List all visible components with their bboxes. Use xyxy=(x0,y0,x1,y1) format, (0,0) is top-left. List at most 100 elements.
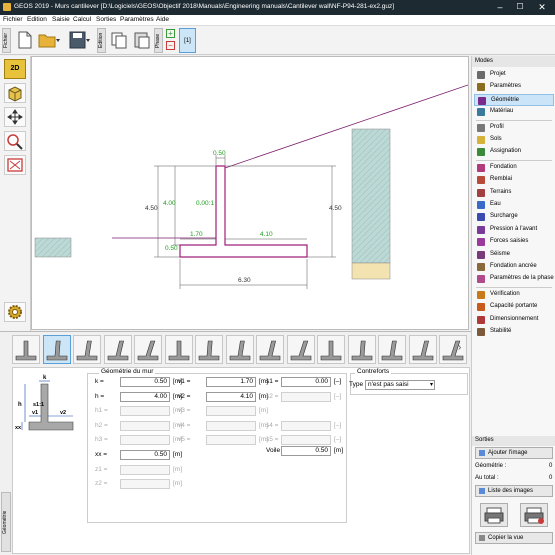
field-input[interactable]: 4.10 xyxy=(206,391,256,402)
wall-shape-option[interactable] xyxy=(408,335,437,364)
open-file-button[interactable] xyxy=(36,29,60,51)
print-settings-button[interactable] xyxy=(520,503,548,527)
save-button[interactable] xyxy=(66,29,90,51)
field-input[interactable]: 0.50 xyxy=(120,450,170,460)
mode-item-4[interactable]: Profil xyxy=(474,122,554,134)
mode-item-19[interactable]: Dimensionnement xyxy=(474,314,554,326)
menu-fichier[interactable]: Fichier xyxy=(3,16,23,23)
field-input[interactable]: 4.00 xyxy=(120,391,170,402)
mode-item-label: Géométrie xyxy=(491,96,520,103)
menu-edition[interactable]: Edition xyxy=(27,16,47,23)
geometry-side-tab[interactable]: Géométrie xyxy=(1,492,11,552)
maximize-icon[interactable]: ☐ xyxy=(510,0,530,15)
wall-shape-option[interactable] xyxy=(134,335,162,364)
menu-sorties[interactable]: Sorties xyxy=(96,16,116,23)
mode-item-1[interactable]: Paramètres xyxy=(474,81,554,93)
new-file-button[interactable] xyxy=(13,29,35,51)
wall-shape-option[interactable] xyxy=(42,335,71,364)
paste-icon xyxy=(134,32,150,49)
mode-item-20[interactable]: Stabilité xyxy=(474,326,554,338)
drawing-canvas[interactable]: 0.50 4.50 4.00 0.00:1 1.70 4.10 0.50 4.5… xyxy=(31,56,469,330)
wall-shape-option[interactable] xyxy=(103,335,132,364)
mode-item-10[interactable]: Eau xyxy=(474,199,554,211)
wall-shape-option[interactable] xyxy=(378,335,406,364)
wall-shape-icon xyxy=(442,340,464,361)
copy-data-button[interactable] xyxy=(108,29,130,51)
mode-item-12[interactable]: Pression à l'avant xyxy=(474,224,554,236)
field-label: v5 = xyxy=(178,436,191,444)
mode-item-9[interactable]: Terrains xyxy=(474,187,554,199)
field-input[interactable]: 0.50 xyxy=(120,377,170,387)
field-input xyxy=(120,420,170,431)
wall-shape-option[interactable] xyxy=(317,335,345,364)
field-label: h2 = xyxy=(95,421,108,429)
wall-shape-icon xyxy=(351,340,372,361)
wall-shape-option[interactable] xyxy=(73,335,101,364)
field-input[interactable]: 1.70 xyxy=(206,377,256,387)
edition-tab[interactable]: Edition xyxy=(97,28,106,53)
phase-1-button[interactable]: [1] xyxy=(179,28,196,53)
menu-aide[interactable]: Aide xyxy=(156,16,169,23)
mode-item-16[interactable]: Paramètres de la phase xyxy=(474,273,554,285)
close-icon[interactable]: ✕ xyxy=(532,0,552,15)
gear-icon xyxy=(477,83,485,92)
total-count-label: Au total : xyxy=(475,475,499,481)
pan-button[interactable] xyxy=(4,107,26,127)
field-input[interactable]: 0.00 xyxy=(281,377,331,387)
view-2d-button[interactable]: 2D xyxy=(4,59,26,79)
diagram-h-label: h xyxy=(18,402,22,408)
wall-shape-option[interactable] xyxy=(439,335,467,364)
image-list-button[interactable]: Liste des images xyxy=(475,485,553,497)
mode-item-11[interactable]: Surcharge xyxy=(474,211,554,223)
menu-bar: Fichier Edition Saisie Calcul Sorties Pa… xyxy=(0,15,555,26)
mode-item-3[interactable]: Matériau xyxy=(474,106,554,118)
zoom-extents-button[interactable] xyxy=(4,155,26,175)
phase-tab[interactable]: Phase xyxy=(154,28,163,53)
mode-item-13[interactable]: Forces saisies xyxy=(474,236,554,248)
zoom-button[interactable] xyxy=(4,131,26,151)
mode-item-7[interactable]: Fondation xyxy=(474,162,554,174)
mode-item-8[interactable]: Remblai xyxy=(474,174,554,186)
menu-calcul[interactable]: Calcul xyxy=(73,16,91,23)
field-label: v3 = xyxy=(178,407,191,415)
field-label: h3 = xyxy=(95,436,108,444)
verification-icon xyxy=(477,290,485,299)
add-image-button[interactable]: Ajouter l'image xyxy=(475,447,553,459)
wall-shape-option[interactable] xyxy=(195,335,223,364)
mode-item-15[interactable]: Fondation ancrée xyxy=(474,261,554,273)
mode-item-14[interactable]: Séisme xyxy=(474,249,554,261)
view-3d-button[interactable] xyxy=(4,83,26,103)
paste-data-button[interactable] xyxy=(131,29,153,51)
menu-parametres[interactable]: Paramètres xyxy=(120,16,154,23)
voile-input[interactable]: 0.50 xyxy=(281,446,331,456)
back-terrain-line xyxy=(224,84,469,169)
mode-item-6[interactable]: Assignation xyxy=(474,146,554,158)
dim-heel-length: 4.10 xyxy=(260,231,273,238)
remove-phase-icon[interactable]: − xyxy=(166,41,175,50)
gear-icon xyxy=(8,305,22,319)
wall-shape-option[interactable] xyxy=(225,335,254,364)
settings-button[interactable] xyxy=(4,302,26,322)
print-button[interactable] xyxy=(480,503,508,527)
menu-saisie[interactable]: Saisie xyxy=(52,16,70,23)
mode-item-5[interactable]: Sols xyxy=(474,134,554,146)
add-phase-icon[interactable]: + xyxy=(166,29,175,38)
diagram-v2-label: v2 xyxy=(60,410,66,416)
minimize-icon[interactable]: – xyxy=(490,0,510,15)
forces-icon xyxy=(477,238,485,247)
wall-shape-option[interactable] xyxy=(12,335,40,364)
foundation-icon xyxy=(477,163,485,172)
wall-shape-option[interactable] xyxy=(286,335,315,364)
shape-scroll-right[interactable]: › xyxy=(458,342,461,353)
copy-view-button[interactable]: Copier la vue xyxy=(475,532,553,544)
mode-item-label: Pression à l'avant xyxy=(490,225,538,232)
wall-shape-option[interactable] xyxy=(256,335,284,364)
fichier-tab[interactable]: Fichier xyxy=(2,28,11,53)
wall-shape-option[interactable] xyxy=(347,335,376,364)
mode-item-0[interactable]: Projet xyxy=(474,69,554,81)
mode-item-18[interactable]: Capacité portante xyxy=(474,301,554,313)
wall-shape-option[interactable] xyxy=(164,335,193,364)
mode-item-17[interactable]: Vérification xyxy=(474,289,554,301)
buttress-type-select[interactable]: n'est pas saisi ▾ xyxy=(365,380,435,390)
mode-item-2[interactable]: Géométrie xyxy=(474,93,554,106)
